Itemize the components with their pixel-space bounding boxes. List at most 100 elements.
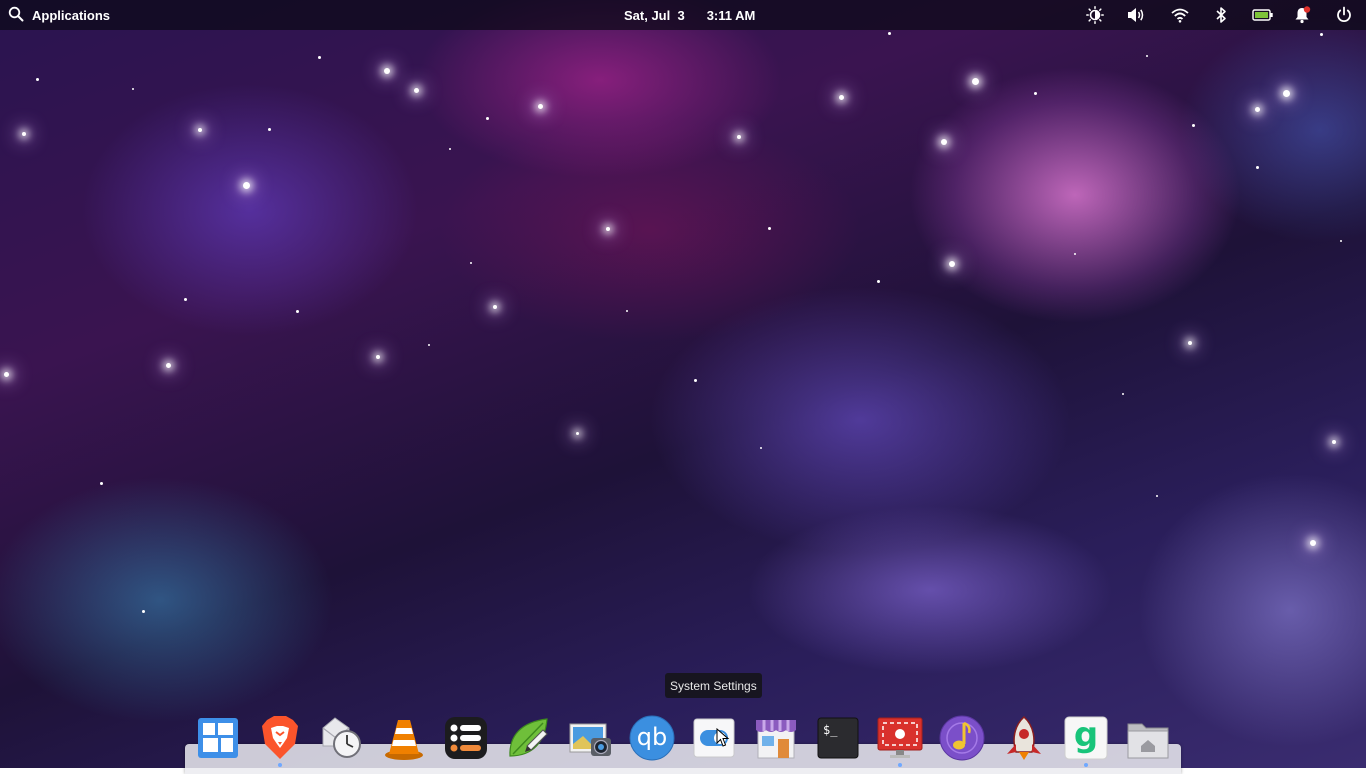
- desktop-wallpaper: [0, 0, 1366, 768]
- star: [1034, 92, 1037, 95]
- dock-item-files[interactable]: [1125, 714, 1171, 762]
- star: [296, 310, 299, 313]
- mouse-cursor-icon: [716, 728, 730, 747]
- star: [694, 379, 697, 382]
- notifications-icon[interactable]: [1291, 5, 1313, 25]
- star: [132, 88, 134, 90]
- star: [1283, 90, 1290, 97]
- star: [888, 32, 891, 35]
- star: [1156, 495, 1158, 497]
- dock-tooltip: System Settings: [665, 673, 762, 698]
- star: [949, 261, 955, 267]
- star: [198, 128, 202, 132]
- datetime-indicator[interactable]: Sat, Jul 3 3:11 AM: [624, 0, 755, 30]
- star: [1255, 107, 1260, 112]
- dock-item-appcenter[interactable]: [753, 714, 799, 762]
- dock-item-screen-recorder[interactable]: [877, 714, 923, 762]
- star: [538, 104, 543, 109]
- top-panel: Applications Sat, Jul 3 3:11 AM: [0, 0, 1366, 30]
- dock-item-music[interactable]: [939, 714, 985, 762]
- star: [737, 135, 741, 139]
- leaf-pen-icon: [509, 718, 548, 757]
- tooltip-text: System Settings: [670, 678, 757, 693]
- folder-home-icon: [1127, 723, 1169, 759]
- time-label: 3:11 AM: [706, 7, 756, 23]
- star: [1332, 440, 1336, 444]
- store-icon: [756, 720, 796, 759]
- rocket-icon: [1007, 715, 1041, 760]
- dock-item-brave[interactable]: [257, 714, 303, 762]
- star: [941, 139, 947, 145]
- star: [1074, 253, 1076, 255]
- running-indicator: [898, 763, 902, 767]
- applications-menu-button[interactable]: Applications: [8, 0, 110, 30]
- star: [1256, 166, 1259, 169]
- star: [877, 280, 880, 283]
- dock-item-screenshot[interactable]: [567, 714, 613, 762]
- star: [166, 363, 171, 368]
- dock-item-g-app[interactable]: g: [1063, 714, 1109, 762]
- star: [576, 432, 579, 435]
- star: [768, 227, 771, 230]
- star: [493, 305, 497, 309]
- volume-icon[interactable]: [1125, 5, 1147, 25]
- photo-camera-icon: [569, 723, 611, 756]
- star: [268, 128, 271, 131]
- terminal-prompt-label: $_: [823, 723, 838, 737]
- star: [1340, 240, 1342, 242]
- star: [486, 117, 489, 120]
- search-icon: [8, 6, 24, 25]
- brave-lion-icon: [262, 716, 298, 759]
- star: [428, 344, 430, 346]
- multitasking-icon: [198, 718, 238, 758]
- dock-item-tasks[interactable]: [443, 714, 489, 762]
- dock-item-code-editor[interactable]: [505, 714, 551, 762]
- star: [1146, 55, 1148, 57]
- list-icon: [445, 717, 487, 759]
- star: [606, 227, 610, 231]
- running-indicator: [1084, 763, 1088, 767]
- star: [1192, 124, 1195, 127]
- g-label: g: [1073, 715, 1099, 755]
- screen-recorder-icon: [877, 717, 923, 758]
- qb-label: qb: [636, 723, 668, 751]
- vlc-cone-icon: [385, 720, 423, 760]
- bluetooth-icon[interactable]: [1210, 5, 1232, 25]
- star: [414, 88, 419, 93]
- star: [184, 298, 187, 301]
- toggle-switch-icon: [693, 718, 735, 758]
- mail-clock-icon: [322, 717, 361, 758]
- music-note-icon: [939, 715, 985, 761]
- terminal-icon: [817, 717, 859, 759]
- star: [972, 78, 979, 85]
- dock-item-vlc[interactable]: [381, 714, 427, 762]
- star: [626, 310, 628, 312]
- star: [376, 355, 380, 359]
- brightness-icon[interactable]: [1084, 5, 1106, 25]
- date-label: Sat, Jul 3: [624, 7, 685, 23]
- star: [449, 148, 451, 150]
- star: [470, 262, 472, 264]
- star: [243, 182, 250, 189]
- dock-item-system-settings[interactable]: [691, 714, 737, 762]
- power-icon[interactable]: [1333, 5, 1355, 25]
- applications-label: Applications: [32, 7, 111, 23]
- running-indicator: [278, 763, 282, 767]
- star: [760, 447, 762, 449]
- star: [1310, 540, 1316, 546]
- dock-item-qbittorrent[interactable]: qb: [629, 714, 675, 762]
- star: [1320, 33, 1323, 36]
- dock-item-rocket[interactable]: [1001, 714, 1047, 762]
- wifi-icon[interactable]: [1169, 5, 1191, 25]
- battery-icon[interactable]: [1252, 5, 1274, 25]
- star: [1188, 341, 1192, 345]
- star: [22, 132, 26, 136]
- dock-item-mail[interactable]: [319, 714, 365, 762]
- star: [1122, 393, 1124, 395]
- star: [318, 56, 321, 59]
- star: [839, 95, 844, 100]
- dock-item-multitasking[interactable]: [195, 714, 241, 762]
- star: [142, 610, 145, 613]
- dock-item-terminal[interactable]: $_: [815, 714, 861, 762]
- star: [36, 78, 39, 81]
